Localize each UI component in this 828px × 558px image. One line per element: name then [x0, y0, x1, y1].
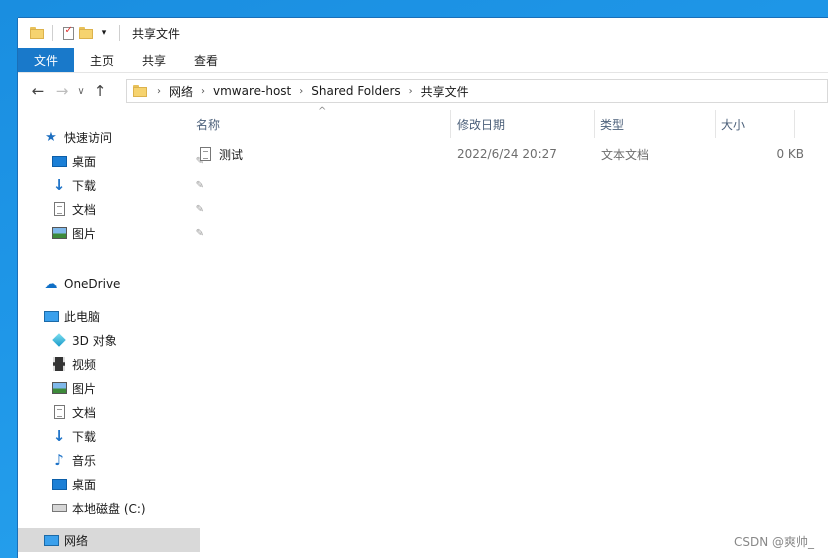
- chevron-right-icon[interactable]: ›: [157, 86, 161, 97]
- quick-access-toolbar: ▾: [28, 24, 126, 42]
- desktop-icon: [50, 476, 68, 492]
- tab-share[interactable]: 共享: [128, 48, 180, 72]
- nav-label: 桌面: [72, 154, 97, 169]
- chevron-right-icon[interactable]: ›: [409, 86, 413, 97]
- picture-icon: [50, 225, 68, 241]
- nav-label: 音乐: [72, 453, 97, 468]
- file-date: 2022/6/24 20:27: [457, 147, 557, 161]
- toolbar-divider: [119, 25, 120, 41]
- nav-label: 网络: [64, 533, 89, 548]
- window-title: 共享文件: [132, 26, 181, 41]
- nav-label: 此电脑: [64, 309, 101, 324]
- column-divider[interactable]: [794, 110, 795, 138]
- folder-icon[interactable]: [28, 24, 46, 42]
- breadcrumb-shared-folders[interactable]: Shared Folders: [311, 84, 400, 98]
- music-note-icon: ♪: [54, 451, 64, 469]
- nav-label: 下载: [72, 429, 97, 444]
- ribbon-tabs: 文件 主页 共享 查看: [18, 48, 828, 73]
- column-divider[interactable]: [594, 110, 595, 138]
- file-type: 文本文档: [601, 147, 650, 162]
- column-header-type[interactable]: 类型: [600, 110, 624, 138]
- file-size: 0 KB: [776, 147, 804, 161]
- nav-label: 本地磁盘 (C:): [72, 501, 146, 516]
- file-explorer-window: ▾ 共享文件 文件 主页 共享 查看 ← → ∨ ↑ › 网络 › vmware…: [18, 18, 828, 558]
- toolbar-divider: [52, 25, 53, 41]
- nav-label: 文档: [72, 405, 97, 420]
- nav-label: 图片: [72, 226, 97, 241]
- computer-icon: [42, 308, 60, 324]
- watermark: CSDN @爽帅_: [733, 535, 814, 549]
- file-list: ^ 名称 修改日期 类型 大小 测试 2022/6/24 20:27 文本文档 …: [178, 106, 828, 558]
- back-arrow-icon[interactable]: ←: [26, 82, 50, 100]
- star-icon: ★: [45, 129, 57, 145]
- nav-network[interactable]: 网络: [18, 528, 200, 552]
- nav-label: 3D 对象: [72, 333, 117, 348]
- column-header-date[interactable]: 修改日期: [457, 110, 505, 138]
- document-icon: [50, 404, 68, 420]
- nav-label: 下载: [72, 178, 97, 193]
- sort-ascending-icon: ^: [318, 106, 327, 117]
- chevron-right-icon[interactable]: ›: [201, 86, 205, 97]
- film-icon: [50, 356, 68, 372]
- picture-icon: [50, 380, 68, 396]
- tab-view[interactable]: 查看: [180, 48, 232, 72]
- column-header-size[interactable]: 大小: [721, 110, 745, 138]
- nav-label: 桌面: [72, 477, 97, 492]
- breadcrumb-network[interactable]: 网络: [169, 83, 193, 100]
- network-icon: [42, 532, 60, 548]
- nav-label: OneDrive: [64, 277, 121, 291]
- drive-icon: [50, 500, 68, 516]
- title-bar: ▾ 共享文件: [18, 18, 828, 48]
- tab-file[interactable]: 文件: [18, 48, 75, 72]
- column-divider[interactable]: [450, 110, 451, 138]
- desktop-icon: [50, 153, 68, 169]
- chevron-right-icon[interactable]: ›: [299, 86, 303, 97]
- folder-icon: [133, 85, 147, 97]
- document-icon: [50, 201, 68, 217]
- nav-label: 图片: [72, 381, 97, 396]
- cloud-icon: ☁: [44, 276, 58, 292]
- navigation-bar: ← → ∨ ↑ › 网络 › vmware-host › Shared Fold…: [18, 73, 828, 109]
- column-header-name[interactable]: 名称: [196, 110, 220, 138]
- tab-home[interactable]: 主页: [76, 48, 128, 72]
- download-icon: ↓: [52, 427, 66, 445]
- download-icon: ↓: [52, 176, 66, 194]
- cube-icon: [50, 332, 68, 348]
- forward-arrow-icon[interactable]: →: [50, 82, 74, 100]
- up-arrow-icon[interactable]: ↑: [88, 82, 112, 100]
- column-divider[interactable]: [715, 110, 716, 138]
- text-file-icon: [200, 147, 211, 161]
- file-name: 测试: [219, 147, 244, 162]
- customize-dropdown-icon[interactable]: ▾: [95, 24, 113, 42]
- nav-label: 视频: [72, 357, 97, 372]
- nav-quick-access[interactable]: ★ 快速访问: [18, 125, 200, 149]
- breadcrumb-current[interactable]: 共享文件: [421, 83, 469, 100]
- file-name-cell: 测试: [200, 142, 243, 166]
- address-bar[interactable]: › 网络 › vmware-host › Shared Folders › 共享…: [126, 79, 828, 103]
- new-folder-icon[interactable]: [77, 24, 95, 42]
- nav-this-pc[interactable]: 此电脑: [18, 304, 200, 328]
- breadcrumb-host[interactable]: vmware-host: [213, 84, 291, 98]
- nav-label: 文档: [72, 202, 97, 217]
- navigation-pane: ★ 快速访问 桌面 ✎ ↓ 下载 ✎ 文档 ✎ 图片 ✎ ☁ OneDrive: [18, 110, 204, 558]
- nav-onedrive[interactable]: ☁ OneDrive: [18, 272, 200, 296]
- recent-locations-chevron-icon[interactable]: ∨: [74, 86, 88, 97]
- nav-label: 快速访问: [64, 130, 113, 145]
- table-row[interactable]: 测试 2022/6/24 20:27 文本文档 0 KB: [194, 142, 828, 166]
- properties-icon[interactable]: [59, 24, 77, 42]
